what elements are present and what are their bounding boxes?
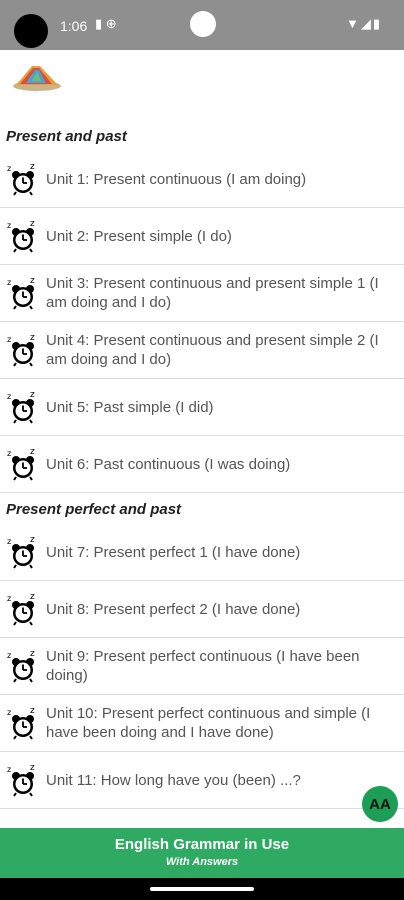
section-header: Present perfect and past: [6, 501, 182, 518]
unit-label: Unit 9: Present perfect continuous (I ha…: [46, 648, 360, 684]
list-item[interactable]: z z Unit 5: Past simple (I did): [0, 379, 404, 436]
list-item[interactable]: z z Unit 6: Past continuous (I was doing): [0, 436, 404, 493]
banner-subtitle: With Answers: [165, 856, 239, 868]
signal-battery-icons: ▼◢▮: [345, 16, 382, 31]
svg-text:z: z: [7, 594, 11, 603]
svg-text:z: z: [7, 537, 11, 546]
list-item[interactable]: z z Unit 11: How long have you (been) ...?: [0, 752, 404, 809]
svg-text:z: z: [30, 276, 35, 286]
camera-cutout: [14, 14, 48, 48]
unit-label: Unit 2: Present simple (I do): [46, 227, 232, 245]
section-header: Present and past: [6, 128, 127, 145]
list-item[interactable]: z z Unit 2: Present simple (I do): [0, 208, 404, 265]
alarm-clock-icon: zz: [6, 649, 40, 683]
font-size-button[interactable]: AA: [362, 786, 398, 822]
list-item[interactable]: z z Unit 1: Present continuous (I am doing…: [0, 151, 404, 208]
alarm-clock-icon: zz: [6, 447, 40, 481]
unit-label: Unit 8: Present perfect 2 (I have done): [46, 600, 301, 618]
alarm-clock-icon: zz: [6, 763, 40, 797]
svg-text:z: z: [30, 162, 35, 172]
status-time: 1:06: [60, 18, 88, 34]
alarm-clock-icon: zz: [6, 535, 40, 569]
app-bar: [0, 50, 404, 110]
unit-label: Unit 7: Present perfect 1 (I have done): [46, 543, 301, 561]
front-camera: [190, 11, 216, 37]
unit-label: Unit 4: Present continuous and present s…: [46, 332, 379, 368]
unit-label: Unit 3: Present continuous and present s…: [46, 275, 379, 311]
bottom-banner[interactable]: English Grammar in Use With Answers: [0, 828, 404, 878]
unit-label: Unit 10: Present perfect continuous and …: [46, 705, 371, 741]
alarm-clock-icon: zz: [6, 706, 40, 740]
svg-text:z: z: [30, 706, 35, 716]
svg-text:z: z: [7, 335, 11, 344]
alarm-clock-icon: zz: [6, 592, 40, 626]
unit-label: Unit 5: Past simple (I did): [46, 398, 214, 416]
svg-text:z: z: [30, 592, 35, 602]
unit-label: Unit 6: Past continuous (I was doing): [46, 455, 291, 473]
status-bar: 1:06 ▮ ⊕ ▼◢▮: [0, 0, 404, 50]
alarm-clock-icon: zz: [6, 276, 40, 310]
home-gesture-handle[interactable]: [150, 887, 254, 891]
list-item[interactable]: z z Unit 7: Present perfect 1 (I have done…: [0, 524, 404, 581]
list-item[interactable]: z z Unit 8: Present perfect 2 (I have done…: [0, 581, 404, 638]
svg-text:z: z: [30, 447, 35, 457]
list-item[interactable]: z z Unit 9: Present perfect continuous (I …: [0, 638, 404, 695]
svg-text:z: z: [7, 164, 11, 173]
alarm-clock-icon: zz: [6, 162, 40, 196]
svg-text:z: z: [7, 278, 11, 287]
unit-list: Present and past z z Unit 1: Present conti…: [0, 110, 404, 828]
notification-icons: ▮ ⊕: [95, 16, 117, 31]
svg-text:z: z: [30, 649, 35, 659]
list-item[interactable]: z z Unit 3: Present continuous and present…: [0, 265, 404, 322]
svg-text:z: z: [30, 219, 35, 229]
svg-text:z: z: [7, 392, 11, 401]
svg-text:z: z: [7, 651, 11, 660]
system-nav-bar: [0, 878, 404, 900]
svg-text:z: z: [30, 390, 35, 400]
svg-text:z: z: [30, 763, 35, 773]
unit-label: Unit 11: How long have you (been) ...?: [46, 771, 301, 789]
list-item[interactable]: z z Unit 4: Present continuous and present…: [0, 322, 404, 379]
list-item[interactable]: z z Unit 10: Present perfect continuous an…: [0, 695, 404, 752]
svg-text:z: z: [7, 765, 11, 774]
svg-text:z: z: [7, 449, 11, 458]
alarm-clock-icon: zz: [6, 219, 40, 253]
svg-text:z: z: [7, 708, 11, 717]
banner-title: English Grammar in Use: [114, 836, 290, 853]
svg-text:z: z: [30, 333, 35, 343]
svg-text:z: z: [7, 221, 11, 230]
svg-text:z: z: [30, 535, 35, 545]
unit-label: Unit 1: Present continuous (I am doing): [46, 170, 307, 188]
alarm-clock-icon: zz: [6, 333, 40, 367]
alarm-clock-icon: zz: [6, 390, 40, 424]
app-logo-icon[interactable]: [10, 60, 64, 92]
